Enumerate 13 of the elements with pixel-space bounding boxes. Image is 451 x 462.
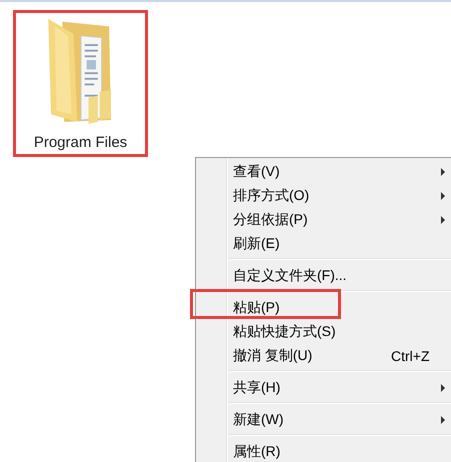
menu-item[interactable]: 刷新(E) bbox=[196, 231, 451, 255]
shortcut-label: Ctrl+Z bbox=[391, 347, 430, 366]
menu-item[interactable]: 共享(H) bbox=[196, 375, 451, 399]
menu-item[interactable]: 排序方式(O) bbox=[196, 183, 451, 207]
menu-item[interactable]: 查看(V) bbox=[196, 159, 451, 183]
menu-item[interactable]: 属性(R) bbox=[196, 439, 451, 462]
menu-item[interactable]: 自定义文件夹(F)... bbox=[196, 263, 451, 287]
menu-item[interactable]: 新建(W) bbox=[196, 407, 451, 431]
folder-label: Program Files bbox=[34, 132, 128, 152]
menu-item[interactable]: 粘贴快捷方式(S) bbox=[196, 319, 451, 343]
menu-item[interactable]: 撤消 复制(U) Ctrl+Z bbox=[196, 343, 451, 367]
menu-item[interactable]: 分组依据(P) bbox=[196, 207, 451, 231]
menu-item[interactable]: 粘贴(P) bbox=[196, 295, 451, 319]
